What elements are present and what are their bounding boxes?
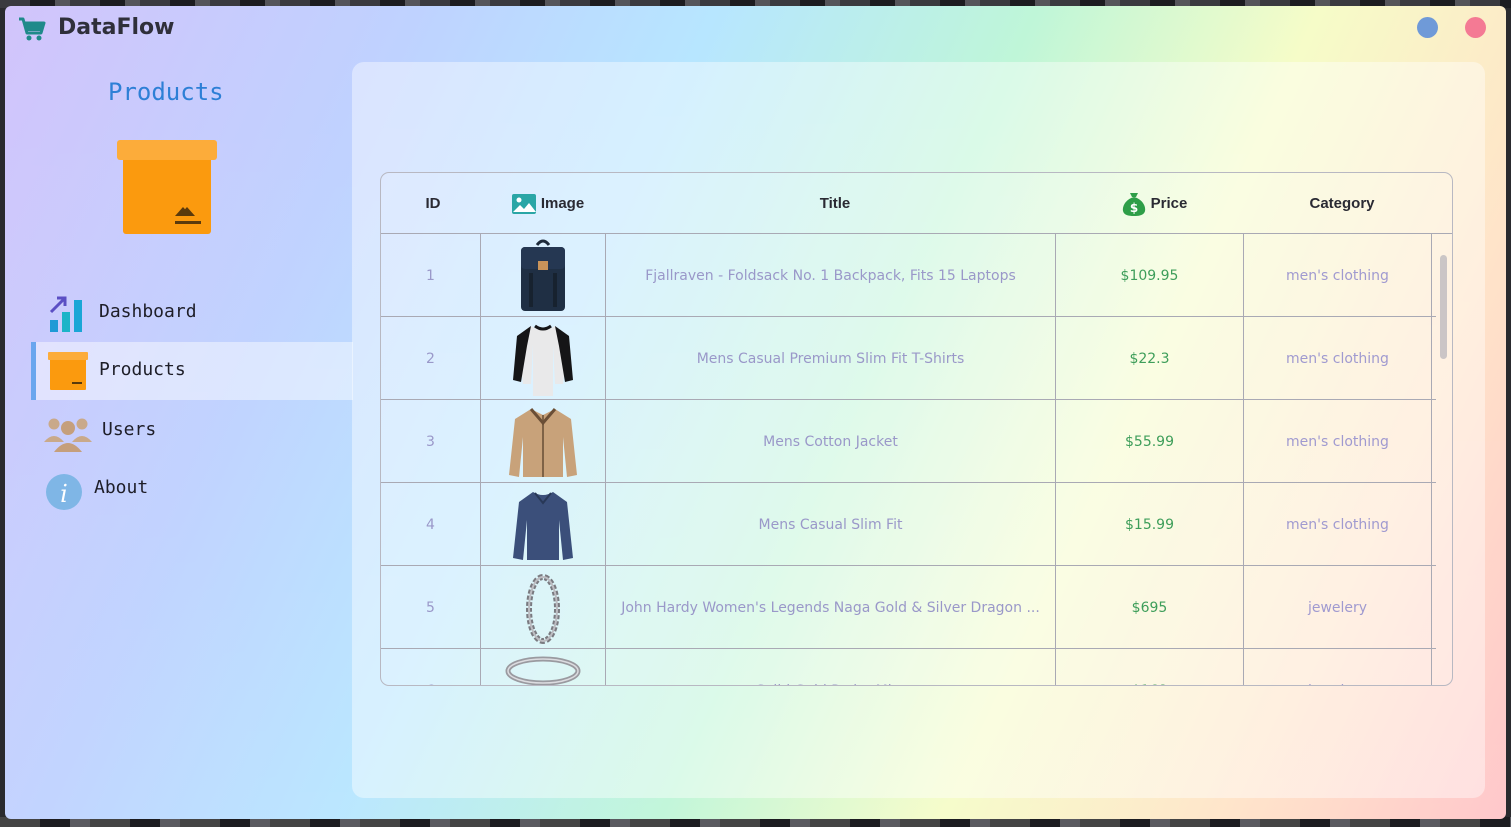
- column-header-image[interactable]: Image: [485, 173, 610, 234]
- table-row[interactable]: 4 Mens Casual Slim Fit $15.99 men's clot…: [381, 483, 1436, 566]
- sidebar-item-label: Dashboard: [99, 301, 197, 322]
- jacket-image: [509, 407, 577, 477]
- cell-category: jewelery: [1244, 649, 1432, 685]
- info-icon: i: [46, 474, 82, 510]
- cell-title: Fjallraven - Foldsack No. 1 Backpack, Fi…: [606, 234, 1056, 317]
- svg-text:i: i: [60, 480, 68, 508]
- column-header-title[interactable]: Title: [610, 173, 1060, 234]
- tshirt-image: [513, 324, 573, 396]
- cell-category: men's clothing: [1244, 400, 1432, 483]
- cell-category: men's clothing: [1244, 234, 1432, 317]
- cell-price: $22.3: [1056, 317, 1244, 400]
- sidebar-item-about[interactable]: i About: [31, 460, 353, 518]
- column-header-id[interactable]: ID: [381, 173, 485, 234]
- backpack-image: [521, 239, 565, 311]
- users-group-icon: [44, 418, 92, 452]
- title-bar: DataFlow: [5, 6, 1506, 52]
- sidebar-item-users[interactable]: Users: [31, 402, 353, 460]
- sidebar-item-label: Users: [102, 419, 157, 440]
- sidebar-heading: Products: [108, 78, 224, 106]
- column-header-image-label: Image: [540, 195, 585, 212]
- sidebar-item-label: About: [94, 477, 149, 498]
- ring-image: [505, 656, 581, 685]
- sidebar-item-products[interactable]: Products: [31, 342, 353, 400]
- cell-id: 6: [381, 649, 481, 685]
- cell-image: [481, 483, 606, 566]
- shopping-cart-icon: [19, 17, 46, 41]
- cell-category: jewelery: [1244, 566, 1432, 649]
- cell-image: [481, 566, 606, 649]
- table-row[interactable]: 6 Solid Gold Petite Mi... $168 jewelery: [381, 649, 1436, 685]
- package-box-icon: [117, 140, 217, 234]
- cell-title: Solid Gold Petite Mi...: [606, 649, 1056, 685]
- column-header-category[interactable]: Category: [1248, 173, 1436, 234]
- table-row[interactable]: 5 John Hardy Women's Legends Naga Gold &…: [381, 566, 1436, 649]
- cell-price: $109.95: [1056, 234, 1244, 317]
- package-box-icon: [48, 352, 88, 390]
- table-row[interactable]: 3 Mens Cotton Jacket $55.99 men's clothi…: [381, 400, 1436, 483]
- cell-id: 4: [381, 483, 481, 566]
- app-title: DataFlow: [58, 15, 175, 40]
- image-icon: [511, 193, 536, 214]
- column-header-price[interactable]: $ Price: [1060, 173, 1248, 234]
- cell-category: men's clothing: [1244, 483, 1432, 566]
- sidebar-item-dashboard[interactable]: Dashboard: [31, 284, 353, 342]
- bar-chart-icon: [49, 296, 82, 332]
- cell-price: $695: [1056, 566, 1244, 649]
- cell-id: 1: [381, 234, 481, 317]
- table-row[interactable]: 1 Fjallraven - Foldsack No. 1 Backpack, …: [381, 234, 1436, 317]
- cell-category: men's clothing: [1244, 317, 1432, 400]
- table-row[interactable]: 2 Mens Casual Premium Slim Fit T-Shirts …: [381, 317, 1436, 400]
- close-button[interactable]: [1465, 17, 1486, 38]
- content-panel: ID Image Title $ Price Category 1 Fjallr…: [352, 62, 1485, 798]
- cell-price: $55.99: [1056, 400, 1244, 483]
- cell-title: Mens Casual Slim Fit: [606, 483, 1056, 566]
- cell-image: [481, 649, 606, 685]
- bracelet-image: [526, 573, 560, 644]
- cell-image: [481, 234, 606, 317]
- svg-text:$: $: [1129, 201, 1137, 215]
- app-window: DataFlow Products Dashboard Products Use…: [5, 6, 1506, 819]
- cell-price: $15.99: [1056, 483, 1244, 566]
- long-sleeve-image: [513, 491, 573, 560]
- money-bag-icon: $: [1122, 192, 1145, 216]
- cell-price: $168: [1056, 649, 1244, 685]
- column-header-price-label: Price: [1150, 195, 1188, 212]
- cell-title: Mens Casual Premium Slim Fit T-Shirts: [606, 317, 1056, 400]
- table-scrollbar[interactable]: [1440, 255, 1447, 359]
- cell-id: 5: [381, 566, 481, 649]
- cell-id: 2: [381, 317, 481, 400]
- cell-image: [481, 317, 606, 400]
- cell-title: John Hardy Women's Legends Naga Gold & S…: [606, 566, 1056, 649]
- table-header: ID Image Title $ Price Category: [381, 173, 1452, 234]
- sidebar-item-label: Products: [99, 359, 186, 380]
- products-table: ID Image Title $ Price Category 1 Fjallr…: [380, 172, 1453, 686]
- cell-title: Mens Cotton Jacket: [606, 400, 1056, 483]
- cell-id: 3: [381, 400, 481, 483]
- minimize-button[interactable]: [1417, 17, 1438, 38]
- cell-image: [481, 400, 606, 483]
